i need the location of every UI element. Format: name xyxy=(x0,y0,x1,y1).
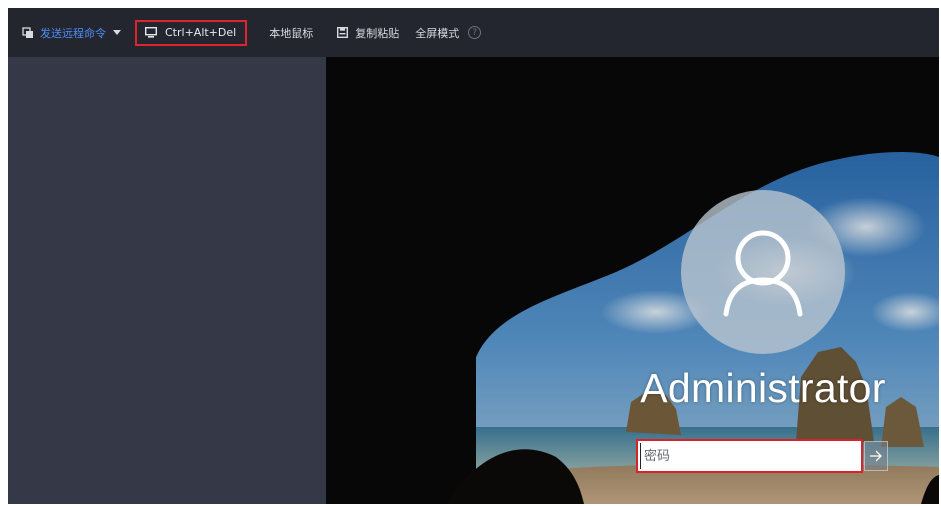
fullscreen-mode-button[interactable]: 全屏模式 xyxy=(415,21,459,45)
local-mouse-button[interactable]: 本地鼠标 xyxy=(269,21,313,45)
monitor-icon xyxy=(145,27,157,38)
user-avatar xyxy=(681,190,845,354)
send-remote-command-menu[interactable]: 发送远程命令 xyxy=(22,21,121,45)
console-toolbar: 发送远程命令 Ctrl+Alt+Del 本地鼠标 复制粘贴 全屏模式 ? xyxy=(8,8,939,57)
login-username: Administrator xyxy=(640,365,886,411)
help-label: ? xyxy=(472,27,478,38)
fullscreen-mode-label: 全屏模式 xyxy=(415,26,460,40)
clipboard-icon xyxy=(337,27,349,38)
arrow-right-icon xyxy=(870,450,882,462)
command-window-icon xyxy=(22,26,34,39)
password-field-wrapper xyxy=(636,439,863,473)
chevron-down-icon xyxy=(113,30,121,35)
send-remote-command-label: 发送远程命令 xyxy=(40,26,106,40)
user-icon xyxy=(723,230,803,317)
help-circle-icon[interactable]: ? xyxy=(468,26,482,39)
remote-console: 发送远程命令 Ctrl+Alt+Del 本地鼠标 复制粘贴 全屏模式 ? Adm… xyxy=(8,8,939,504)
copy-paste-label: 复制粘贴 xyxy=(355,26,400,40)
copy-paste-button[interactable]: 复制粘贴 xyxy=(337,21,399,45)
submit-login-button[interactable] xyxy=(864,441,888,471)
ctrl-alt-del-button[interactable]: Ctrl+Alt+Del xyxy=(135,19,248,46)
remote-login-screen[interactable]: Administrator xyxy=(326,57,939,504)
local-mouse-label: 本地鼠标 xyxy=(269,26,314,40)
lock-screen-wallpaper xyxy=(326,57,939,504)
ctrl-alt-del-label: Ctrl+Alt+Del xyxy=(165,26,237,39)
password-input[interactable] xyxy=(640,443,859,469)
console-side-panel xyxy=(8,57,326,504)
